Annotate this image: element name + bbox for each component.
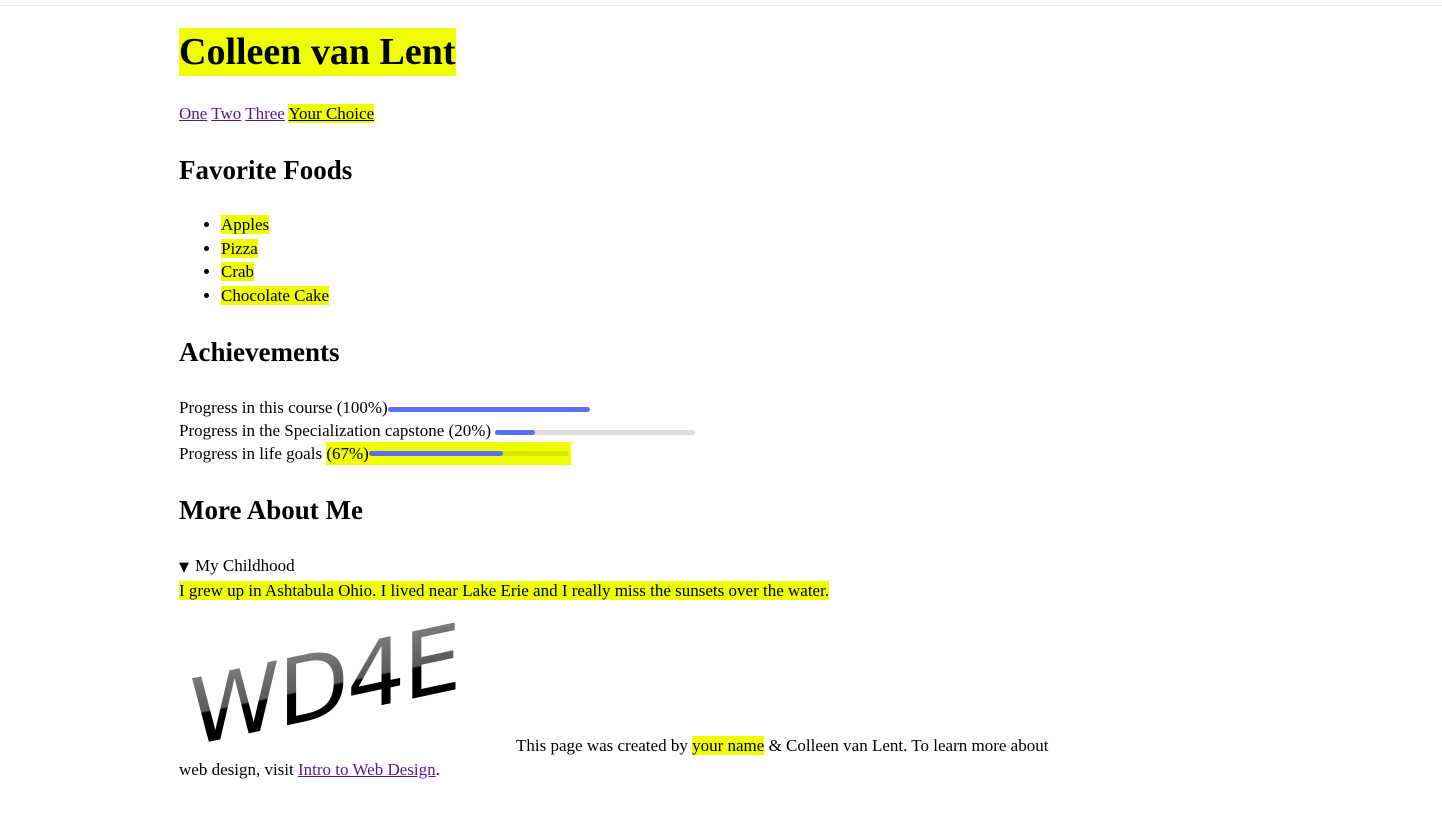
footer-line2-prefix: web design, visit: [179, 760, 298, 779]
progress-capstone-bar: [495, 429, 696, 435]
food-crab: Crab: [221, 262, 255, 281]
childhood-summary-label: My Childhood: [195, 556, 295, 575]
progress-life-fill: [368, 451, 503, 456]
progress-course-label: Progress in this course (100%): [179, 398, 388, 417]
food-pizza: Pizza: [221, 238, 258, 258]
more-about-me-heading: More About Me: [179, 495, 363, 525]
nav-link-three[interactable]: Three: [245, 104, 285, 123]
progress-life-row: Progress in life goals (67%): [179, 442, 571, 465]
list-item: Crab: [221, 260, 329, 284]
progress-course-fill: [387, 406, 590, 412]
progress-capstone-fill: [495, 429, 536, 435]
logo-text: WD4E: [189, 618, 459, 758]
progress-capstone-row: Progress in the Specialization capstone …: [179, 419, 696, 442]
favorite-foods-heading: Favorite Foods: [179, 155, 353, 185]
favorite-foods-list: Apples Pizza Crab Chocolate Cake: [179, 213, 330, 308]
nav-menu: One Two Three Your Choice: [179, 102, 375, 125]
progress-capstone-label: Progress in the Specialization capstone …: [179, 421, 492, 440]
nav-link-one[interactable]: One: [179, 104, 207, 123]
list-item: Chocolate Cake: [221, 284, 330, 308]
progress-life-highlight: (67%): [326, 442, 571, 465]
page-title: Colleen van Lent: [179, 28, 456, 76]
progress-life-percent: (67%): [326, 444, 369, 463]
progress-life-bar: [368, 451, 569, 456]
footer-suffix: .: [435, 760, 440, 779]
footer-middle: & Colleen van Lent. To learn more about: [764, 736, 1049, 755]
food-chocolate-cake: Chocolate Cake: [221, 285, 330, 305]
wd4e-logo-image: WD4E: [189, 618, 459, 758]
childhood-text: I grew up in Ashtabula Ohio. I lived nea…: [179, 581, 830, 600]
progress-life-label: Progress in life goals: [179, 444, 327, 463]
progress-course-bar: [387, 406, 590, 412]
nav-link-two[interactable]: Two: [211, 104, 241, 123]
list-item: Apples: [221, 213, 329, 237]
top-divider: [0, 5, 1442, 6]
intro-web-design-link[interactable]: Intro to Web Design: [298, 760, 436, 779]
achievements-heading: Achievements: [179, 337, 340, 367]
footer-your-name: your name: [692, 736, 765, 755]
disclosure-triangle-icon[interactable]: ▼: [179, 560, 189, 575]
childhood-details: ▼ My Childhood I grew up in Ashtabula Ohi…: [179, 554, 830, 602]
progress-course-row: Progress in this course (100%): [179, 396, 590, 419]
childhood-summary[interactable]: ▼ My Childhood: [179, 554, 829, 579]
footer-prefix: This page was created by: [516, 736, 693, 755]
nav-link-your-choice[interactable]: Your Choice: [288, 104, 375, 123]
food-apples: Apples: [221, 215, 270, 234]
list-item: Pizza: [221, 237, 329, 261]
